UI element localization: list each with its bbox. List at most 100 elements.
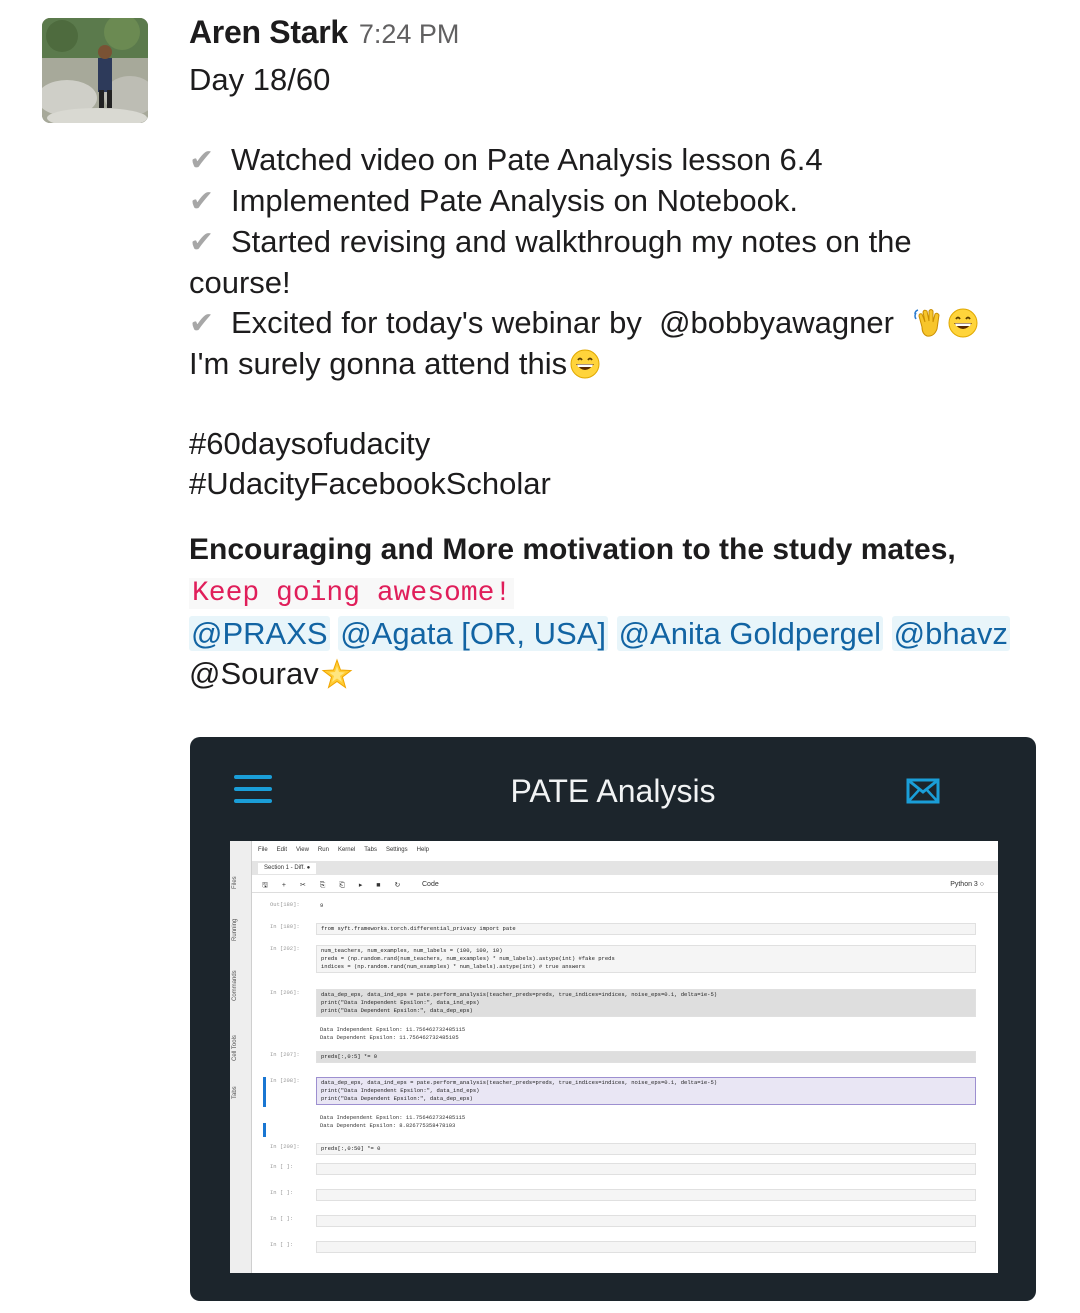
checklist-item: ✔ Excited for today's webinar by @bobbyaw…: [189, 303, 1059, 344]
code-line: preds = (np.random.rand(num_teachers, nu…: [321, 955, 615, 962]
active-cell-marker: [263, 1077, 266, 1107]
cell-source: data_dep_eps, data_ind_eps = pate.perfor…: [316, 1077, 976, 1105]
notebook-output: Data Independent Epsilon: 11.75646273248…: [270, 1025, 980, 1045]
menu-item: Help: [416, 847, 429, 853]
code-line: num_teachers, num_examples, num_labels =…: [321, 947, 503, 954]
active-cell-marker: [263, 1123, 266, 1137]
cell-source: data_dep_eps, data_ind_eps = pate.perfor…: [316, 989, 976, 1017]
user-avatar[interactable]: [42, 18, 148, 123]
cell-source: preds[:,0:5] *= 0: [316, 1051, 976, 1063]
mentions-line: @Sourav: [189, 654, 1059, 694]
check-mark-icon: ✔: [189, 226, 215, 259]
mention-agata[interactable]: @Agata [OR, USA]: [338, 616, 608, 651]
cell-source: [316, 1241, 976, 1253]
cell-output-text: Data Independent Epsilon: 11.75646273248…: [316, 1113, 976, 1133]
notebook-screenshot: Files Running Commands Cell Tools Tabs F…: [230, 841, 998, 1273]
cell-prompt: In [ ]:: [270, 1241, 294, 1248]
notebook-cell[interactable]: In [202]: num_teachers, num_examples, num…: [270, 945, 980, 973]
mention-bobbyawagner[interactable]: @bobbyawagner: [659, 305, 894, 340]
checklist-item-continued: course!: [189, 265, 291, 300]
notebook-tabbar: Section 1 - Diff. ●: [252, 861, 998, 875]
code-line: print("Data Independent Epsilon:", data_…: [321, 999, 480, 1006]
menu-item: Settings: [385, 847, 408, 853]
app-bar: PATE Analysis: [190, 737, 1036, 841]
notebook-output: Data Independent Epsilon: 11.75646273248…: [270, 1113, 980, 1133]
code-line: print("Data Dependent Epsilon:", data_de…: [321, 1095, 473, 1102]
cell-source: [316, 1163, 976, 1175]
notebook-cell[interactable]: In [ ]:: [270, 1241, 980, 1253]
menu-item: Tabs: [364, 847, 377, 853]
code-line: 9: [320, 902, 324, 909]
message-header: Aren Stark 7:24 PM: [189, 14, 1059, 60]
cell-source: from syft.frameworks.torch.differential_…: [316, 923, 976, 935]
menu-item: Run: [317, 847, 329, 853]
cell-prompt: Out[180]:: [270, 901, 300, 908]
checklist-item: ✔ Started revising and walkthrough my not…: [189, 222, 1059, 263]
cell-source: num_teachers, num_examples, num_labels =…: [316, 945, 976, 973]
cell-prompt: In [180]:: [270, 923, 300, 930]
mention-praxs[interactable]: @PRAXS: [189, 616, 330, 651]
code-line: from syft.frameworks.torch.differential_…: [321, 925, 516, 932]
screenshot-attachment[interactable]: PATE Analysis Files Running Commands Cel…: [190, 737, 1036, 1301]
cell-prompt: In [209]:: [270, 1143, 300, 1150]
timestamp[interactable]: 7:24 PM: [359, 19, 460, 50]
mention-sourav[interactable]: @Sourav: [189, 656, 319, 691]
menu-item: File: [258, 847, 268, 853]
checklist-item: ✔ Watched video on Pate Analysis lesson 6…: [189, 140, 1059, 181]
notebook-output: Out[180]: 9: [270, 901, 980, 913]
cell-prompt: In [ ]:: [270, 1163, 294, 1170]
notebook-cell[interactable]: In [206]: data_dep_eps, data_ind_eps = pa…: [270, 989, 980, 1017]
notebook-cell[interactable]: In [180]: from syft.frameworks.torch.diff…: [270, 923, 980, 935]
code-line: Data Dependent Epsilon: 11.7564627324851…: [320, 1034, 459, 1041]
inline-code: Keep going awesome!: [189, 578, 515, 609]
side-tab: Tabs: [232, 1086, 238, 1099]
code-line: data_dep_eps, data_ind_eps = pate.perfor…: [321, 991, 718, 998]
code-line: Keep going awesome!: [189, 570, 1059, 614]
cell-prompt: In [206]:: [270, 989, 300, 996]
author-name[interactable]: Aren Stark: [189, 14, 348, 51]
notebook-tab: Section 1 - Diff. ●: [258, 863, 317, 874]
checklist-item: ✔ Implemented Pate Analysis on Notebook.: [189, 181, 1059, 222]
menu-item: Kernel: [337, 847, 356, 853]
waving-hand-icon: [913, 307, 945, 339]
message: Aren Stark 7:24 PM Day 18/60 ✔ Watched vi…: [189, 14, 1059, 694]
cell-source: [316, 1215, 976, 1227]
notebook-cell[interactable]: In [ ]:: [270, 1189, 980, 1201]
menu-item: View: [296, 847, 309, 853]
mention-bhavz[interactable]: @bhavz: [891, 616, 1010, 651]
mention-anita[interactable]: @Anita Goldpergel: [616, 616, 884, 651]
glowing-star-icon: [321, 658, 353, 690]
mail-icon[interactable]: [906, 777, 940, 805]
notebook-cell[interactable]: In [209]: preds[:,0:50] *= 0: [270, 1143, 980, 1155]
side-tab: Files: [232, 876, 238, 889]
code-line: data_dep_eps, data_ind_eps = pate.perfor…: [321, 1079, 718, 1086]
code-line: preds[:,0:50] *= 0: [321, 1145, 381, 1152]
code-line: Data Dependent Epsilon: 8.82677535847810…: [320, 1122, 456, 1129]
code-line: Data Independent Epsilon: 11.75646273248…: [320, 1026, 466, 1033]
hashtag: #UdacityFacebookScholar: [189, 466, 551, 501]
encouragement-text: Encouraging and More motivation to the s…: [189, 533, 956, 566]
notebook-cell[interactable]: In [207]: preds[:,0:5] *= 0: [270, 1051, 980, 1063]
notebook-cell[interactable]: In [ ]:: [270, 1163, 980, 1175]
notebook-cell[interactable]: In [208]: data_dep_eps, data_ind_eps = pa…: [270, 1077, 980, 1105]
code-line: print("Data Independent Epsilon:", data_…: [321, 1087, 480, 1094]
mentions-line: @PRAXS @Agata [OR, USA] @Anita Goldperge…: [189, 614, 1059, 654]
check-mark-icon: ✔: [189, 185, 215, 218]
cell-type-select: Code: [422, 881, 439, 888]
cell-source: preds[:,0:50] *= 0: [316, 1143, 976, 1155]
notebook-cell[interactable]: In [ ]:: [270, 1215, 980, 1227]
notebook-menubar: File Edit View Run Kernel Tabs Settings Help: [258, 847, 438, 853]
code-line: preds[:,0:5] *= 0: [321, 1053, 378, 1060]
side-tab: Running: [232, 918, 238, 941]
cell-output-text: 9: [316, 901, 976, 913]
grinning-face-icon: [569, 348, 601, 380]
toolbar-icons: 🖫 + ✂ ⎘ ⎗ ▸ ■ ↻: [262, 882, 407, 889]
cell-source: [316, 1189, 976, 1201]
day-counter: Day 18/60: [189, 62, 331, 97]
notebook-side-tabs: Files Running Commands Cell Tools Tabs: [230, 841, 252, 1273]
kernel-status: Python 3 ○: [950, 881, 984, 888]
side-tab: Commands: [232, 970, 238, 1001]
